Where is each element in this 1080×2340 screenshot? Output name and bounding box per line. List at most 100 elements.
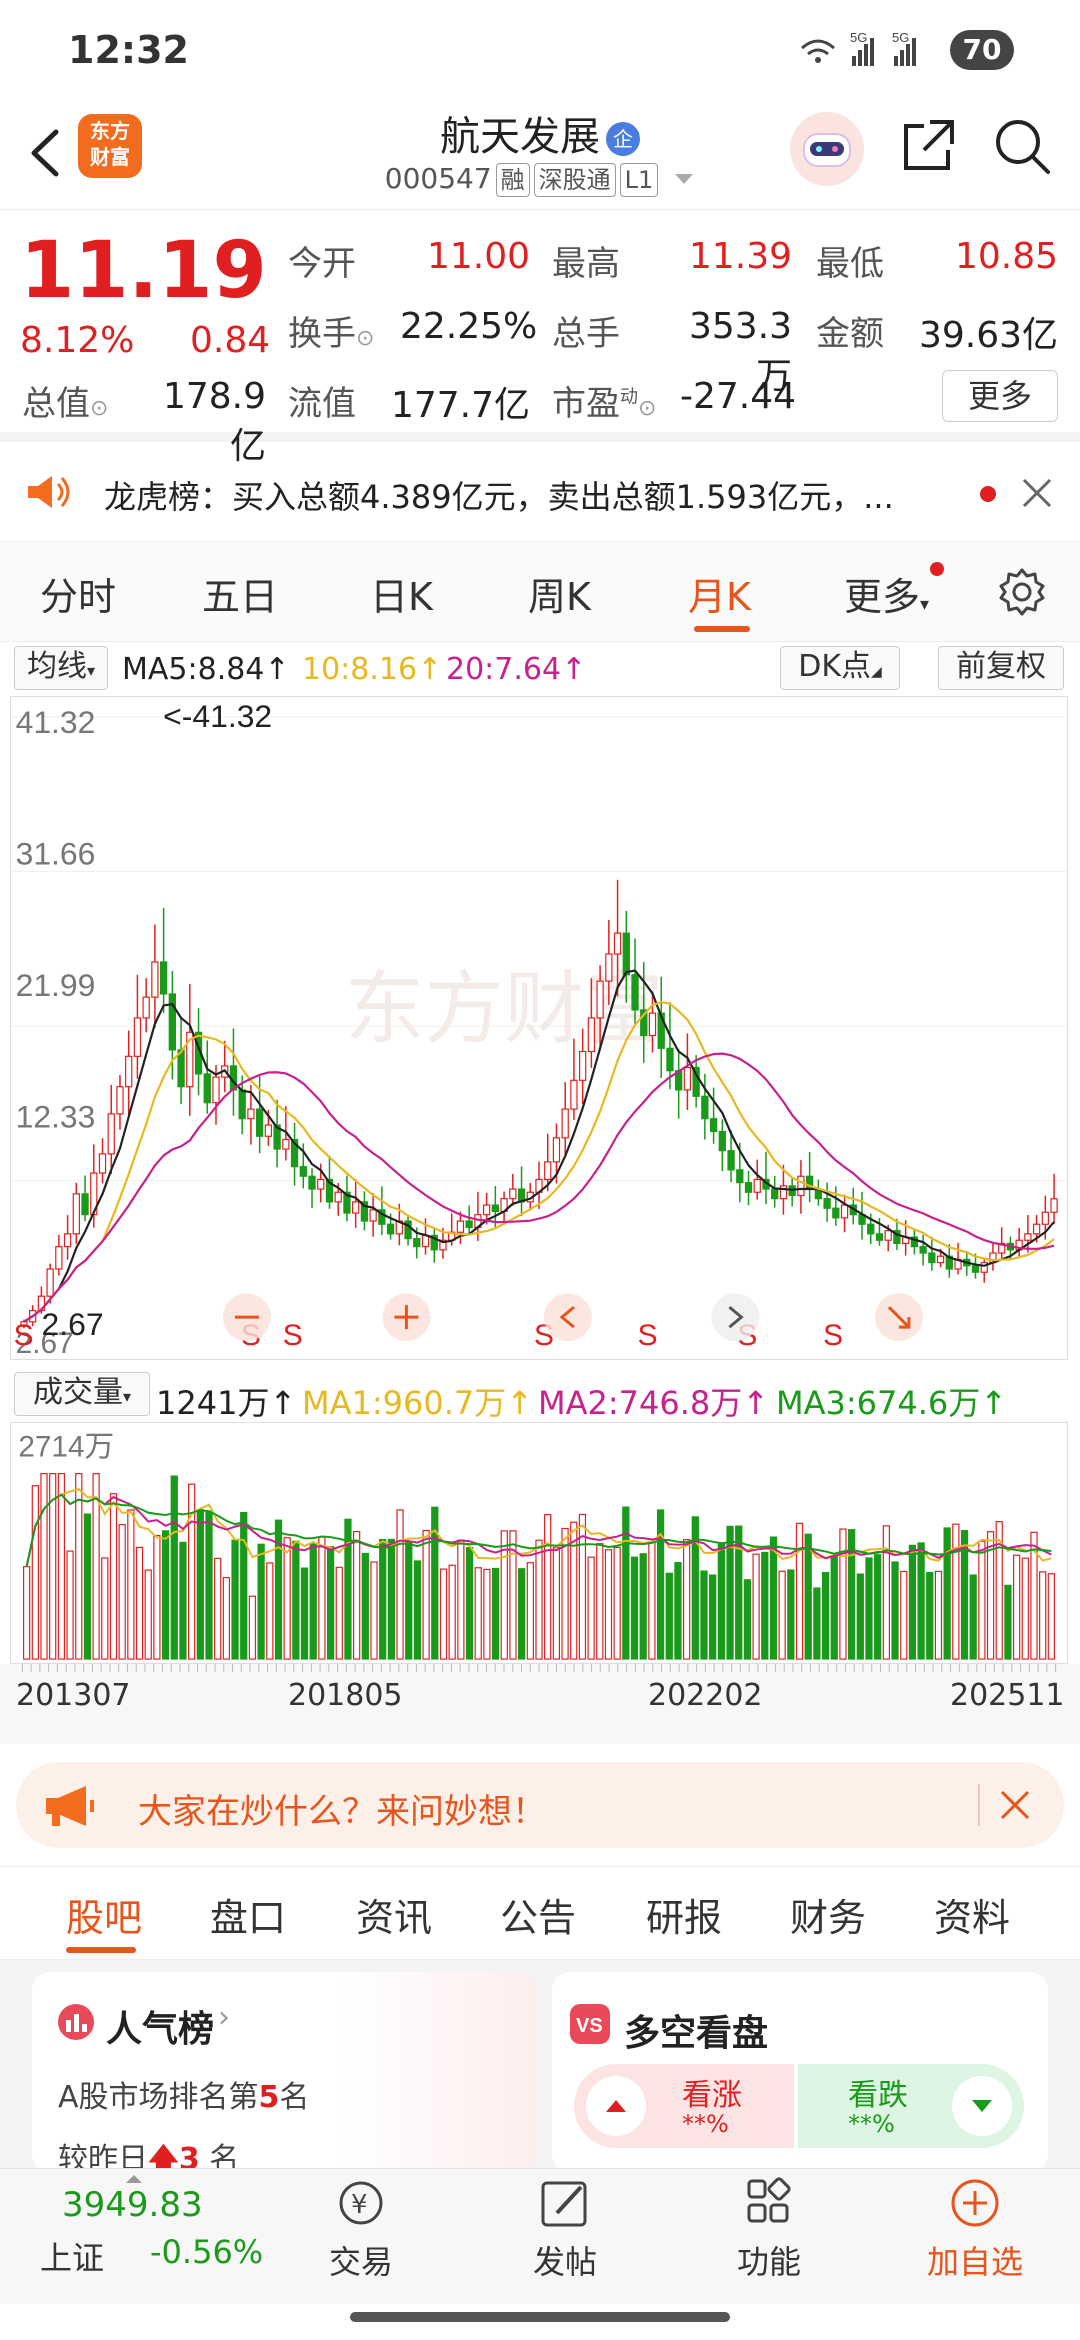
kline-chart[interactable]: 东方财富 41.32 31.66 21.99 12.33 2.67 <-41.3… [10, 696, 1068, 1360]
bull-button[interactable]: 看涨 **% [574, 2064, 794, 2148]
tab-research[interactable]: 研报 [646, 1887, 722, 1942]
volume-max-label: 2714万 [18, 1431, 114, 1464]
tab-news[interactable]: 资讯 [356, 1887, 432, 1942]
volume-bar [335, 1566, 343, 1660]
candle-body [159, 961, 168, 995]
candle-body [605, 953, 613, 982]
ask-banner[interactable]: 大家在炒什么？来问妙想！ [16, 1762, 1064, 1848]
candle-body [561, 1108, 569, 1139]
tab-announcements[interactable]: 公告 [500, 1887, 576, 1942]
candle-body [797, 1175, 805, 1197]
tab-more[interactable]: 更多▾ [844, 566, 929, 621]
volume-bar [405, 1541, 413, 1660]
candle-body [98, 1153, 107, 1174]
long-short-card[interactable]: VS 多空看盘 看涨 **% 看跌 **% [552, 1972, 1048, 2172]
candle-body [928, 1252, 936, 1264]
candle-body [308, 1175, 316, 1190]
candle-body [1024, 1233, 1032, 1241]
volume-bar [900, 1570, 908, 1660]
ma5-label: MA5:8.84↑ [122, 652, 290, 687]
dropdown-icon[interactable] [673, 172, 695, 188]
label-volume: 总手 [552, 314, 620, 354]
nav-post[interactable]: 发帖 [500, 2175, 630, 2283]
volume-bar [596, 1543, 604, 1660]
candle-body [683, 1066, 692, 1091]
tab-profile[interactable]: 资料 [934, 1887, 1010, 1942]
battery-indicator: 70 [950, 30, 1014, 70]
volume-bar [821, 1571, 830, 1660]
candle-body [413, 1238, 421, 1248]
tab-daily[interactable]: 日K [370, 566, 433, 621]
volume-bar [257, 1543, 265, 1660]
candle-body [142, 996, 150, 1019]
candle-body [596, 980, 604, 1019]
signal-icon: 5G 5G [801, 30, 916, 66]
triangle-up-icon [126, 2175, 142, 2183]
candle-body [491, 1204, 500, 1213]
volume-bar [83, 1513, 92, 1660]
bottom-nav: 3949.83 上证 -0.56% ¥ 交易 发帖 功能 加自选 [0, 2168, 1080, 2304]
volume-bar [318, 1536, 326, 1660]
volume-bar [326, 1546, 335, 1660]
nav-functions[interactable]: 功能 [704, 2175, 834, 2283]
candle-body [744, 1182, 753, 1193]
tab-order-book[interactable]: 盘口 [210, 1887, 286, 1942]
tab-finance[interactable]: 财务 [790, 1887, 866, 1942]
tab-intraday[interactable]: 分时 [40, 566, 116, 621]
volume-bar [665, 1572, 673, 1660]
nav-add-watchlist[interactable]: 加自选 [910, 2175, 1040, 2283]
popularity-card[interactable]: 人气榜 › A股市场排名第5名 较昨日🡅3 名 [32, 1972, 536, 2177]
volume-bar [387, 1538, 396, 1660]
candle-body [823, 1198, 831, 1209]
candle-body [55, 1246, 63, 1270]
volume-bar [943, 1527, 951, 1660]
bear-button[interactable]: 看跌 **% [798, 2064, 1024, 2148]
label-pe: 市盈动⊙ [552, 384, 657, 424]
volume-bar [856, 1573, 864, 1660]
gear-icon[interactable] [996, 566, 1048, 618]
notice-bar[interactable]: 龙虎榜：买入总额4.389亿元，卖出总额1.593亿元，... [0, 442, 1080, 542]
volume-bar [248, 1595, 257, 1660]
volume-bar [205, 1510, 213, 1660]
volume-select[interactable]: 成交量▾ [14, 1372, 150, 1416]
tag-margin: 融 [495, 163, 530, 197]
assistant-robot-icon[interactable] [790, 112, 864, 186]
triangle-up-icon [586, 2076, 646, 2136]
volume-ma3: MA3:674.6万↑ [776, 1384, 1008, 1422]
nav-trade[interactable]: ¥ 交易 [296, 2175, 426, 2283]
y-label-2: 31.66 [16, 835, 96, 871]
volume-bar [752, 1553, 760, 1660]
search-icon[interactable] [990, 114, 1054, 178]
close-icon[interactable] [998, 1788, 1032, 1822]
tab-weekly[interactable]: 周K [528, 566, 591, 621]
volume-bar [196, 1509, 204, 1660]
volume-ma1: MA1:960.7万↑ [302, 1384, 534, 1422]
volume-bar [674, 1562, 682, 1660]
tab-guba[interactable]: 股吧 [66, 1887, 142, 1942]
adjust-button[interactable]: 前复权 [938, 646, 1064, 690]
tab-five-day[interactable]: 五日 [202, 566, 278, 621]
tag-connect: 深股通 [533, 163, 616, 197]
volume-bar [969, 1574, 977, 1660]
candle-body [63, 1233, 72, 1248]
candle-body [107, 1113, 115, 1155]
close-icon[interactable] [1020, 476, 1054, 510]
tab-monthly[interactable]: 月K [688, 566, 751, 621]
volume-chart[interactable]: 2714万 [10, 1422, 1068, 1664]
scroll-right-button [711, 1293, 760, 1342]
candle-body [648, 1012, 657, 1037]
index-value: 3949.83 [62, 2185, 203, 2225]
label-low: 最低 [816, 244, 884, 284]
candle-body [544, 1161, 552, 1181]
volume-bar [379, 1538, 387, 1660]
active-section-underline [66, 1947, 136, 1953]
indicator-select[interactable]: 均线▾ [14, 646, 108, 690]
home-indicator [350, 2312, 730, 2322]
long-short-title: 多空看盘 [624, 2013, 769, 2054]
share-icon[interactable] [896, 114, 960, 178]
volume-bar [240, 1511, 248, 1660]
more-quote-button[interactable]: 更多 [942, 370, 1058, 422]
dk-point-button[interactable]: DK点◢ [780, 646, 900, 690]
volume-bar [23, 1566, 31, 1660]
label-amount: 金额 [816, 314, 884, 354]
